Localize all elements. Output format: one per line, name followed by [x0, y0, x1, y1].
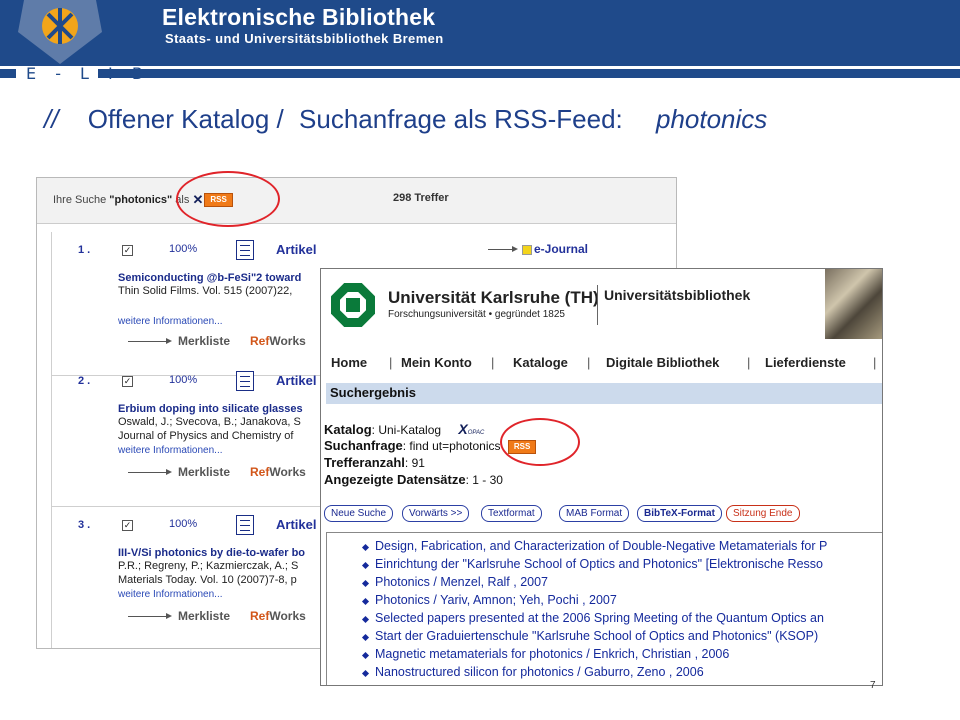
xopac-icon: X: [458, 421, 468, 437]
mab-format-button[interactable]: MAB Format: [559, 505, 630, 522]
refworks-link[interactable]: RefWorks: [250, 334, 306, 348]
document-icon: [236, 240, 254, 260]
refworks-link[interactable]: RefWorks: [250, 465, 306, 479]
ejournal-icon: [522, 244, 532, 255]
kit-results-panel: Universität Karlsruhe (TH) Forschungsuni…: [320, 268, 883, 686]
hits-count: 298 Treffer: [393, 192, 449, 204]
university-subtitle: Forschungsuniversität • gegründet 1825: [388, 309, 565, 320]
list-item[interactable]: Magnetic metamaterials for photonics / E…: [375, 647, 882, 665]
page-number: 7: [870, 680, 876, 691]
more-info-link[interactable]: weitere Informationen...: [118, 445, 223, 456]
text-format-button[interactable]: Textformat: [481, 505, 542, 522]
arrow-icon: [128, 613, 172, 619]
title-slashes: //: [44, 104, 59, 134]
list-item[interactable]: Design, Fabrication, and Characterizatio…: [375, 539, 882, 557]
nav-home[interactable]: Home: [331, 355, 367, 370]
result-title[interactable]: III-V/Si photonics by die-to-wafer bo: [118, 547, 305, 559]
highlight-circle: [500, 418, 580, 466]
more-info-link[interactable]: weitere Informationen...: [118, 589, 223, 600]
document-icon: [236, 371, 254, 391]
list-item[interactable]: Nanostructured silicon for photonics / G…: [375, 665, 882, 683]
list-item[interactable]: Photonics / Yariv, Amnon; Yeh, Pochi , 2…: [375, 593, 882, 611]
result-list: Design, Fabrication, and Characterizatio…: [326, 532, 882, 685]
merkliste-link[interactable]: Merkliste: [178, 334, 230, 348]
merkliste-link[interactable]: Merkliste: [178, 609, 230, 623]
header-banner: Elektronische Bibliothek Staats- und Uni…: [0, 0, 960, 64]
bibtex-format-button[interactable]: BibTeX-Format: [637, 505, 722, 522]
arrow-icon: [488, 246, 518, 253]
header-photo: [825, 269, 882, 339]
nav-kataloge[interactable]: Kataloge: [513, 355, 568, 370]
section-title: Suchergebnis: [326, 383, 882, 404]
results-header: Ihre Suche "photonics" als ✕ RSS 298 Tref…: [37, 178, 676, 224]
list-item[interactable]: Photonics / Menzel, Ralf , 2007: [375, 575, 882, 593]
hits-line: Trefferanzahl: 91: [324, 455, 425, 470]
university-name: Universität Karlsruhe (TH): [388, 288, 599, 307]
forward-button[interactable]: Vorwärts >>: [402, 505, 470, 522]
library-name: Universitätsbibliothek: [604, 287, 751, 303]
highlight-circle: [176, 171, 280, 227]
nav-lieferdienste[interactable]: Lieferdienste: [765, 355, 846, 370]
nav-mein-konto[interactable]: Mein Konto: [401, 355, 472, 370]
ejournal-link[interactable]: e-Journal: [488, 242, 588, 256]
list-item[interactable]: Start der Graduiertenschule "Karlsruhe S…: [375, 629, 882, 647]
new-search-button[interactable]: Neue Suche: [324, 505, 394, 522]
elib-logo: [18, 0, 102, 64]
title-part1: Offener Katalog /: [87, 104, 284, 134]
katalog-line: Katalog: Uni-Katalog XOPAC: [324, 421, 485, 437]
elib-bar: E - L I B: [0, 64, 960, 83]
select-checkbox[interactable]: ✓: [122, 245, 133, 256]
select-checkbox[interactable]: ✓: [122, 376, 133, 387]
result-title[interactable]: Erbium doping into silicate glasses: [118, 403, 303, 415]
list-item[interactable]: Selected papers presented at the 2006 Sp…: [375, 611, 882, 629]
header-divider: [597, 285, 598, 325]
merkliste-link[interactable]: Merkliste: [178, 465, 230, 479]
more-info-link[interactable]: weitere Informationen...: [118, 316, 223, 327]
list-item[interactable]: Einrichtung der "Karlsruhe School of Opt…: [375, 557, 882, 575]
refworks-link[interactable]: RefWorks: [250, 609, 306, 623]
title-part2: Suchanfrage als RSS-Feed:: [299, 104, 623, 134]
arrow-icon: [128, 338, 172, 344]
result-title[interactable]: Semiconducting @b-FeSi"2 toward: [118, 272, 301, 284]
banner-title: Elektronische Bibliothek: [162, 4, 436, 30]
select-checkbox[interactable]: ✓: [122, 520, 133, 531]
kit-logo: [331, 283, 375, 327]
arrow-icon: [128, 469, 172, 475]
title-keyword: photonics: [655, 104, 768, 134]
shown-records-line: Angezeigte Datensätze: 1 - 30: [324, 472, 503, 487]
slide-title: // Offener Katalog / Suchanfrage als RSS…: [44, 104, 767, 135]
document-icon: [236, 515, 254, 535]
nav-digitale-bibliothek[interactable]: Digitale Bibliothek: [606, 355, 719, 370]
end-session-button[interactable]: Sitzung Ende: [726, 505, 800, 522]
main-nav: Home | Mein Konto | Kataloge | Digitale …: [321, 347, 882, 377]
banner-subtitle: Staats- und Universitätsbibliothek Breme…: [165, 31, 444, 46]
